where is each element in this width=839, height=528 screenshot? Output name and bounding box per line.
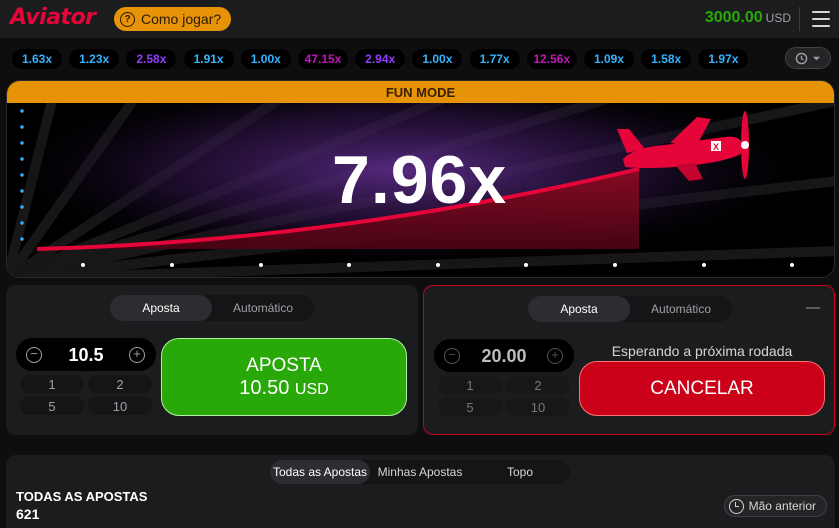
history-multiplier[interactable]: 1.23x: [69, 49, 120, 69]
history-multiplier[interactable]: 47.15x: [298, 49, 348, 69]
tab-bet[interactable]: Aposta: [528, 296, 630, 322]
history-multiplier[interactable]: 1.91x: [183, 49, 234, 69]
how-to-play-button[interactable]: ? Como jogar?: [114, 7, 232, 31]
chevron-down-icon: [812, 56, 821, 60]
bet-panel-2: Aposta Automático − 20.00 + 1 2 5 10 Esp…: [423, 285, 835, 435]
remove-panel-button[interactable]: [806, 307, 820, 309]
tab-all-bets[interactable]: Todas as Apostas: [270, 460, 370, 484]
waiting-status: Esperando a próxima rodada: [611, 343, 793, 359]
increase-amount-button[interactable]: +: [129, 347, 145, 363]
place-bet-amount: 10.50: [239, 376, 290, 399]
history-multiplier[interactable]: 1.77x: [469, 49, 520, 69]
previous-hand-label: Mão anterior: [748, 499, 816, 513]
place-bet-button[interactable]: APOSTA 10.50 USD: [161, 338, 407, 416]
quick-amount-button[interactable]: 1: [20, 375, 84, 393]
history-multiplier[interactable]: 2.58x: [126, 49, 177, 69]
svg-text:X: X: [713, 142, 719, 152]
bets-tabs: Todas as Apostas Minhas Apostas Topo: [270, 460, 570, 484]
cancel-bet-button[interactable]: CANCELAR: [579, 361, 825, 416]
bet-panel-1: Aposta Automático − 10.5 + 1 2 5 10 APOS…: [6, 285, 418, 435]
place-bet-amount-line: 10.50 USD: [239, 377, 328, 400]
decrease-amount-button[interactable]: −: [444, 348, 460, 364]
multiplier-history: 1.63x 1.23x 2.58x 1.91x 1.00x 47.15x 2.94x 1.00…: [0, 44, 839, 74]
tab-my-bets[interactable]: Minhas Apostas: [370, 460, 470, 484]
quick-amount-button[interactable]: 10: [506, 398, 570, 416]
history-multiplier[interactable]: 1.00x: [412, 49, 463, 69]
clock-icon: [728, 498, 744, 514]
place-bet-currency: USD: [294, 380, 329, 398]
decrease-amount-button[interactable]: −: [26, 347, 42, 363]
question-icon: ?: [120, 11, 135, 27]
balance-display: 3000.00 USD: [705, 9, 791, 27]
history-multiplier[interactable]: 1.00x: [240, 49, 291, 69]
quick-amount-button[interactable]: 1: [438, 376, 502, 394]
quick-amount-button[interactable]: 2: [88, 375, 152, 393]
increase-amount-button[interactable]: +: [547, 348, 563, 364]
tab-auto[interactable]: Automático: [630, 296, 732, 322]
aviator-logo[interactable]: Aviator: [10, 5, 96, 30]
bets-section: Todas as Apostas Minhas Apostas Topo TOD…: [6, 455, 835, 528]
quick-amount-button[interactable]: 5: [438, 398, 502, 416]
hamburger-menu-icon[interactable]: [812, 11, 830, 27]
history-multiplier[interactable]: 12.56x: [526, 49, 577, 69]
bet-amount-value[interactable]: 20.00: [464, 346, 544, 367]
quick-amount-button[interactable]: 5: [20, 397, 84, 415]
all-bets-count: 621: [16, 506, 40, 522]
previous-hand-button[interactable]: Mão anterior: [723, 495, 827, 517]
bet-amount-value[interactable]: 10.5: [46, 345, 126, 366]
history-multiplier[interactable]: 1.63x: [12, 49, 62, 69]
tab-auto[interactable]: Automático: [212, 295, 314, 321]
history-multiplier[interactable]: 1.09x: [584, 49, 634, 69]
balance-currency: USD: [765, 11, 791, 25]
header-divider: [799, 7, 800, 31]
top-bar: Aviator ? Como jogar? 3000.00 USD: [0, 0, 839, 38]
history-multiplier[interactable]: 1.58x: [641, 49, 692, 69]
quick-amount-button[interactable]: 10: [88, 397, 152, 415]
history-multiplier[interactable]: 2.94x: [355, 49, 406, 69]
all-bets-title: TODAS AS APOSTAS: [16, 489, 148, 504]
tab-bet[interactable]: Aposta: [110, 295, 212, 321]
bet-amount-stepper: − 20.00 +: [434, 339, 574, 372]
fun-mode-banner: FUN MODE: [7, 81, 834, 103]
game-canvas: FUN MODE X 7.96x: [6, 80, 835, 278]
bet-mode-tabs: Aposta Automático: [110, 295, 314, 321]
history-toggle-button[interactable]: [785, 47, 831, 69]
bet-mode-tabs: Aposta Automático: [528, 296, 732, 322]
how-to-play-label: Como jogar?: [141, 11, 222, 27]
balance-amount: 3000.00: [704, 9, 763, 26]
tab-top[interactable]: Topo: [470, 460, 570, 484]
place-bet-label: APOSTA: [246, 354, 322, 376]
history-multiplier[interactable]: 1.97x: [698, 49, 749, 69]
history-clock-icon: [795, 52, 808, 64]
current-multiplier: 7.96x: [332, 142, 508, 218]
quick-amount-button[interactable]: 2: [506, 376, 570, 394]
bet-amount-stepper: − 10.5 +: [16, 338, 156, 371]
